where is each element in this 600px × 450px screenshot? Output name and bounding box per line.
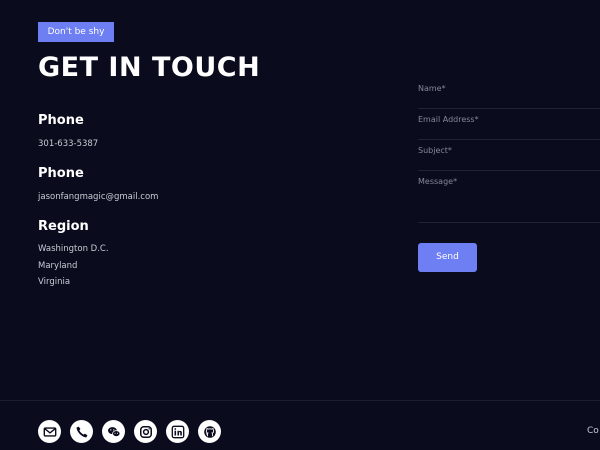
message-field[interactable]: Message*	[418, 171, 600, 223]
email-field-label: Email Address*	[418, 115, 479, 124]
instagram-icon[interactable]	[134, 420, 157, 443]
region-heading: Region	[38, 219, 89, 234]
phone-link[interactable]: 301-633-5387	[38, 139, 98, 149]
phone-heading: Phone	[38, 113, 84, 128]
subject-field-label: Subject*	[418, 146, 452, 155]
email-heading: Phone	[38, 166, 84, 181]
copyright-text: Co	[587, 426, 599, 436]
wechat-icon[interactable]	[102, 420, 125, 443]
email-icon[interactable]	[38, 420, 61, 443]
social-links	[38, 420, 221, 443]
region-item-virginia: Virginia	[38, 277, 71, 287]
region-item-maryland: Maryland	[38, 261, 78, 271]
linkedin-icon[interactable]	[166, 420, 189, 443]
message-field-label: Message*	[418, 177, 458, 186]
name-field-label: Name*	[418, 84, 446, 93]
footer-divider	[0, 400, 600, 401]
contact-page: Don't be shy GET IN TOUCH Phone 301-633-…	[0, 0, 600, 450]
phone-icon[interactable]	[70, 420, 93, 443]
name-field[interactable]: Name*	[418, 78, 600, 109]
subject-field[interactable]: Subject*	[418, 140, 600, 171]
email-field[interactable]: Email Address*	[418, 109, 600, 140]
contact-form: Name* Email Address* Subject* Message*	[418, 78, 600, 223]
email-link[interactable]: jasonfangmagic@gmail.com	[38, 192, 158, 202]
send-button[interactable]: Send	[418, 243, 477, 272]
dont-be-shy-badge: Don't be shy	[38, 22, 114, 42]
region-item-washington: Washington D.C.	[38, 244, 109, 254]
github-icon[interactable]	[198, 420, 221, 443]
page-title: GET IN TOUCH	[38, 52, 261, 83]
